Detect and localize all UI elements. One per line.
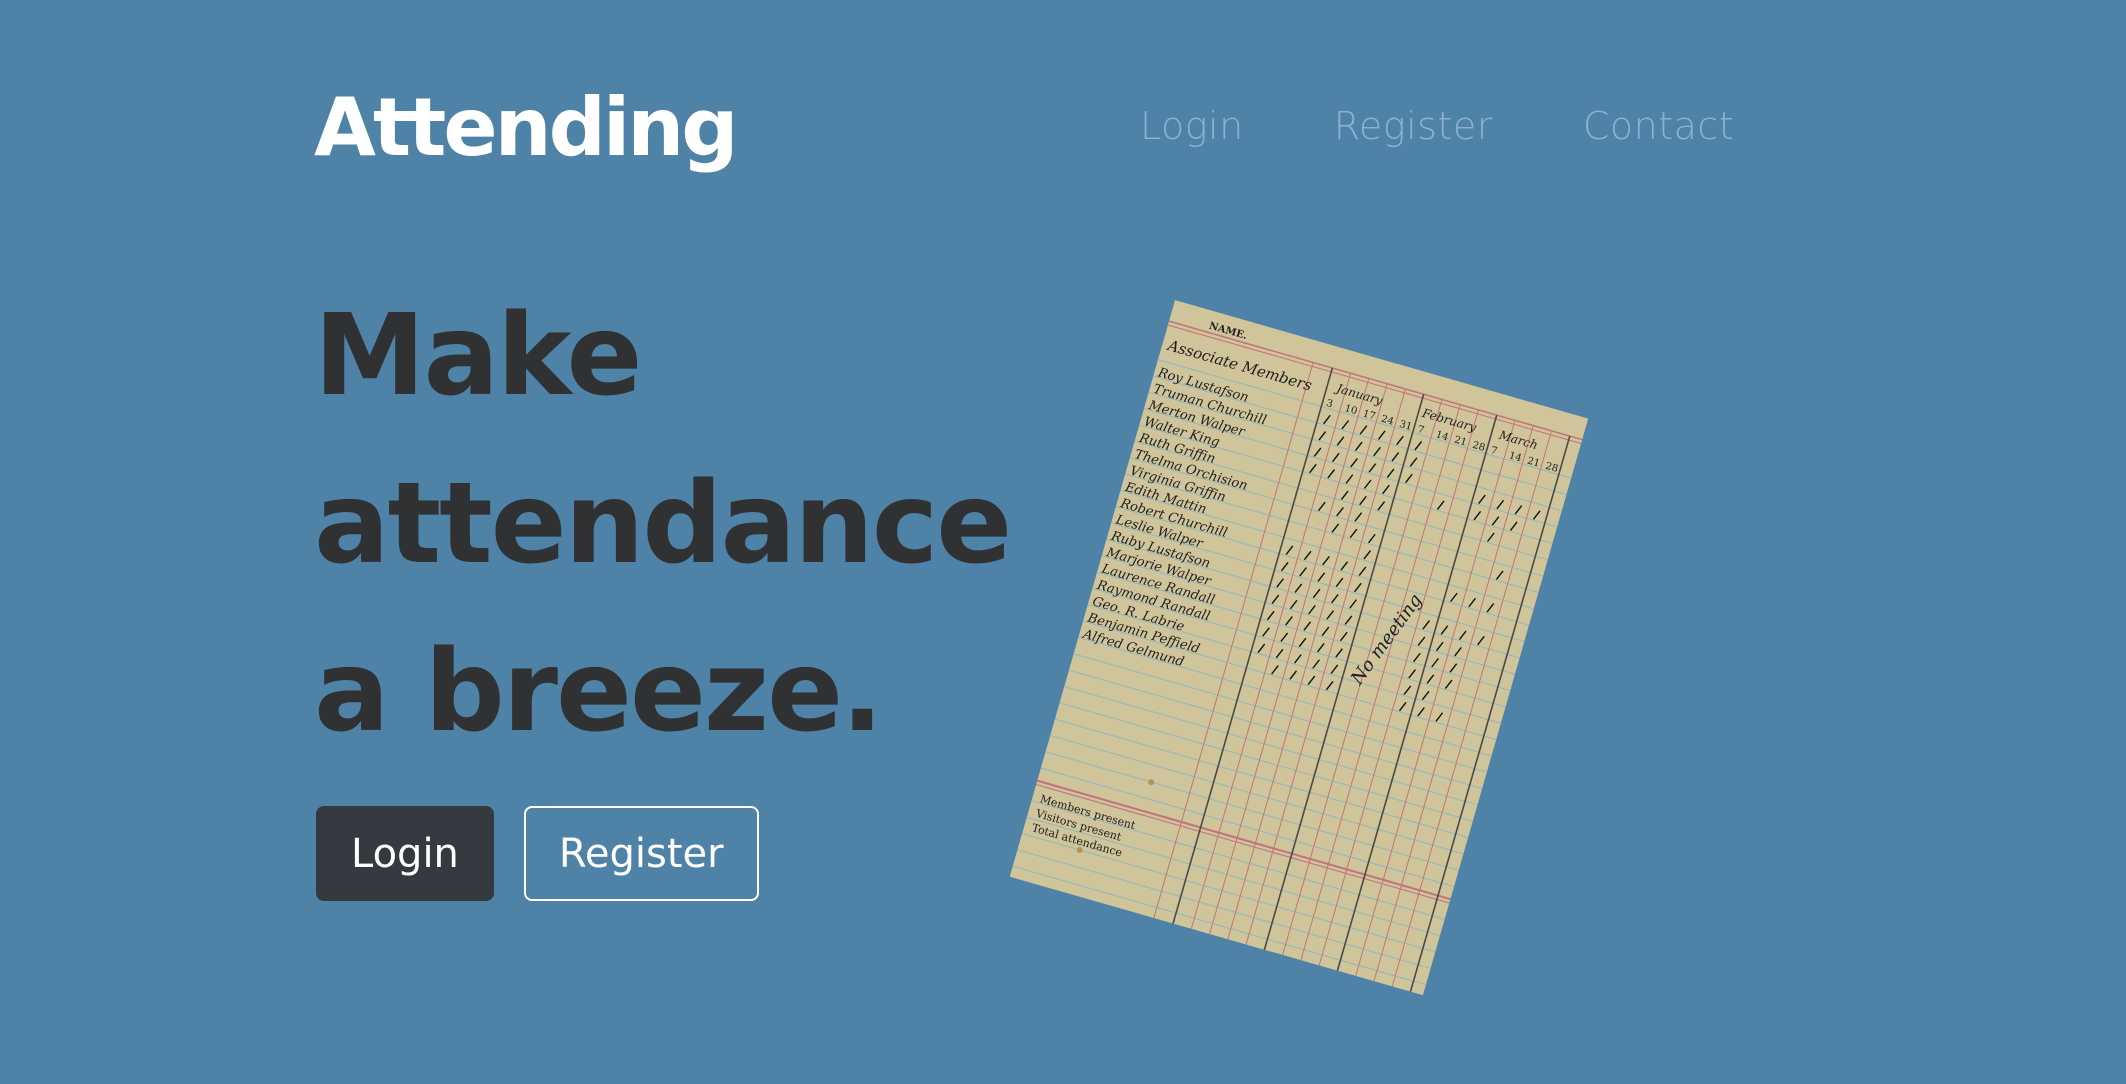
headline-line-2: attendance xyxy=(314,459,1012,589)
headline-line-3: a breeze. xyxy=(314,627,884,757)
hero-buttons: Login Register xyxy=(316,806,759,901)
brand-logo[interactable]: Attending xyxy=(314,84,739,172)
attendance-ledger-image: NAME. Associate Members January February Mar… xyxy=(1009,300,1589,996)
ledger-sheet: NAME.Associate Members JanuaryFebruaryMar… xyxy=(1009,300,1589,996)
register-button[interactable]: Register xyxy=(523,806,759,901)
nav-link-login[interactable]: Login xyxy=(1140,104,1244,148)
login-button[interactable]: Login xyxy=(316,806,494,901)
nav-link-contact[interactable]: Contact xyxy=(1583,104,1734,148)
nav-link-register[interactable]: Register xyxy=(1334,104,1493,148)
hero-headline: Make attendance a breeze. xyxy=(314,272,1074,776)
headline-line-1: Make xyxy=(314,291,642,421)
top-nav: Login Register Contact xyxy=(1140,104,1734,148)
landing-page: Attending Login Register Contact Make at… xyxy=(0,0,2126,1084)
